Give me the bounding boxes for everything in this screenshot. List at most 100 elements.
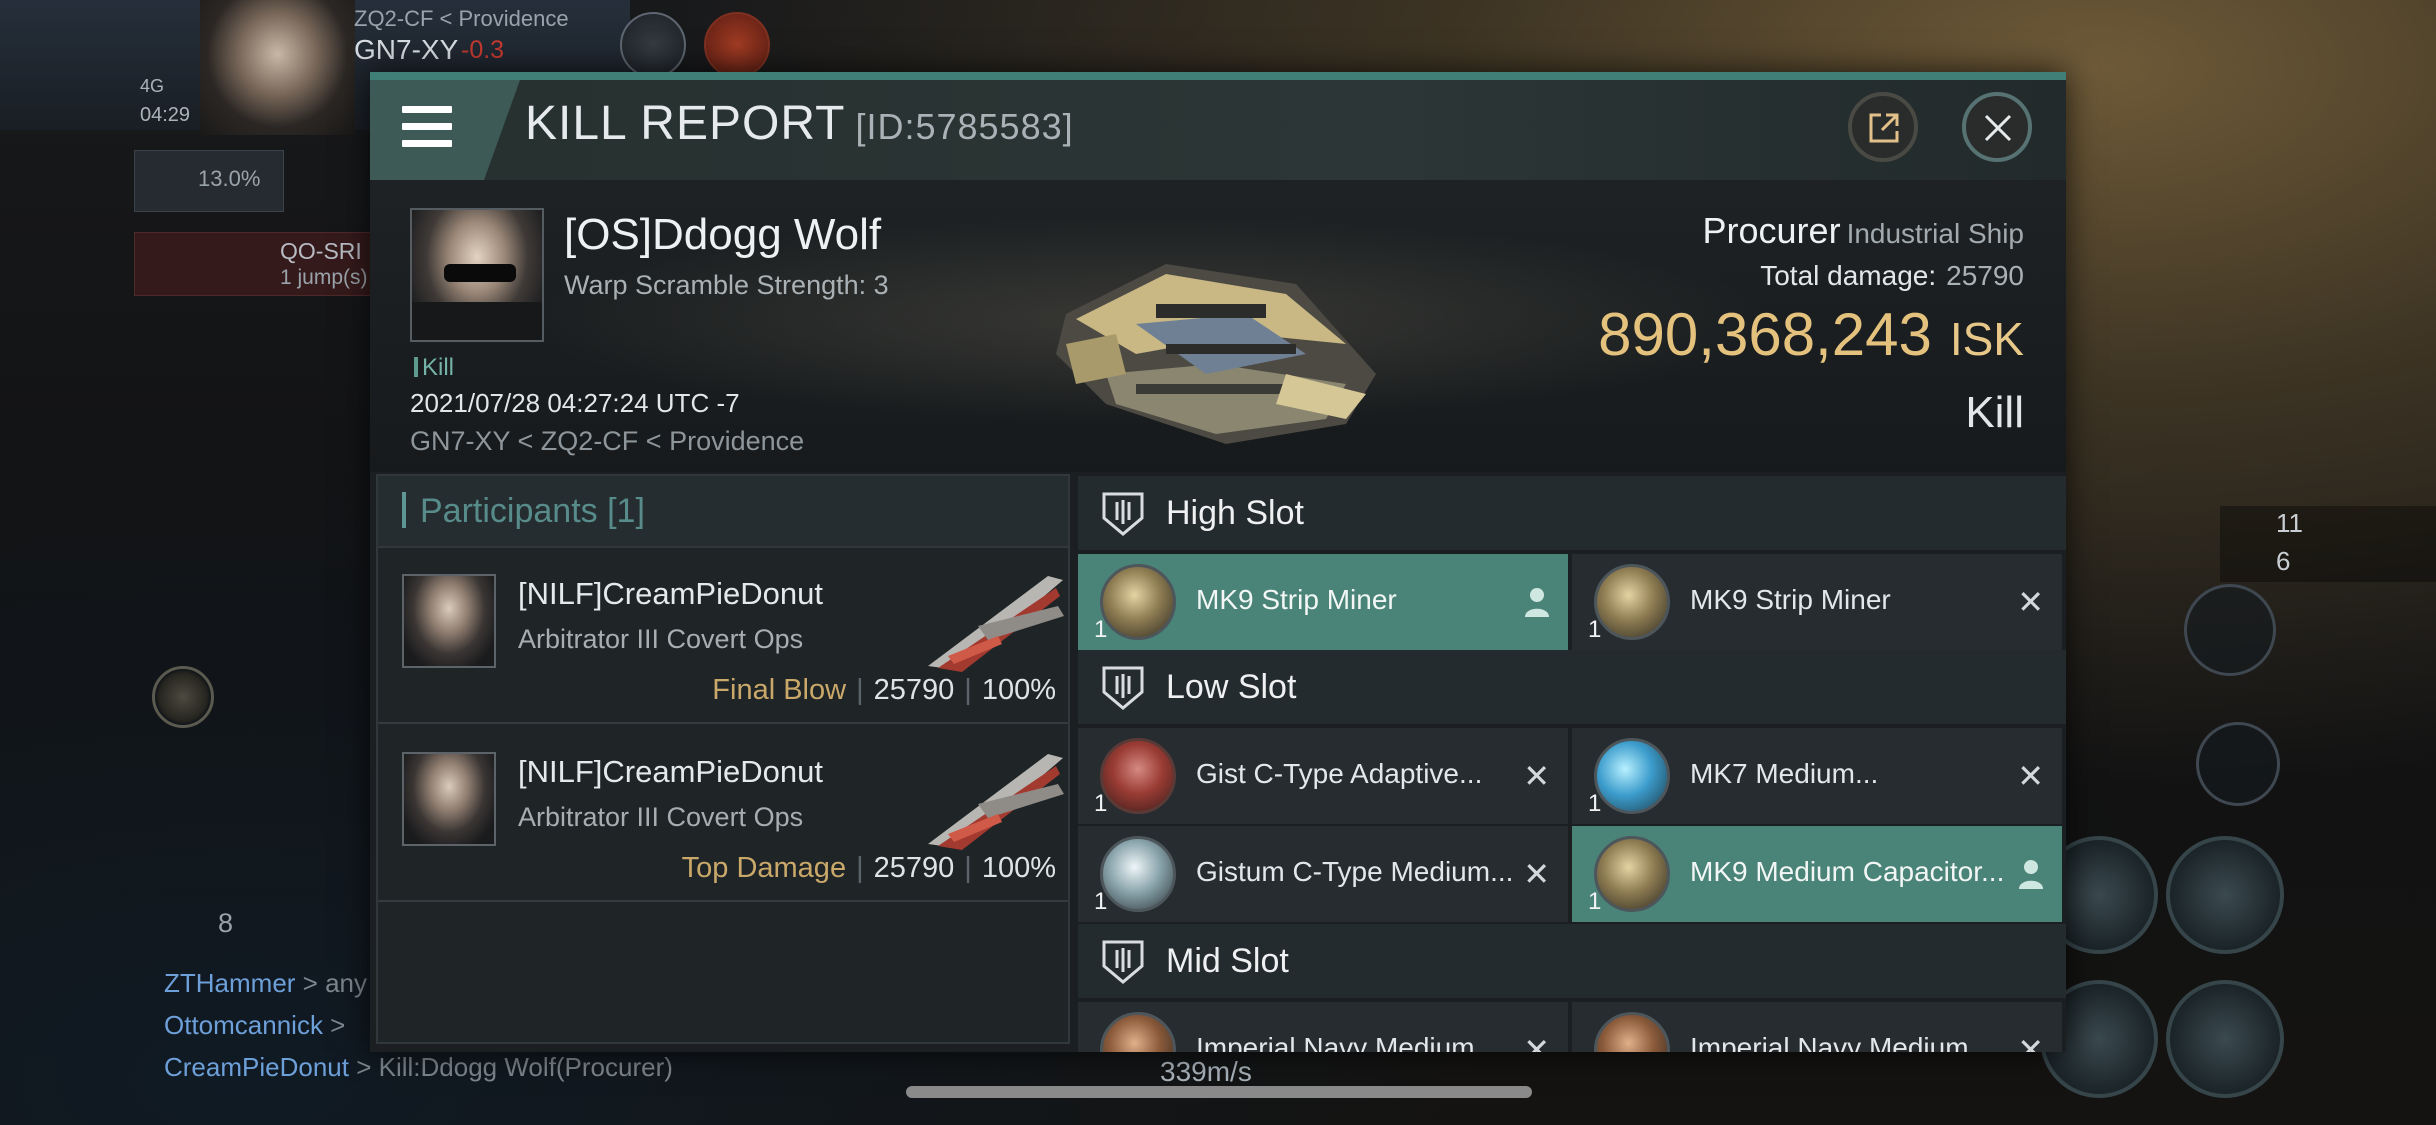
destroyed-x-icon: ✕ <box>1523 758 1550 794</box>
medium-module-icon <box>1594 738 1670 814</box>
module-item[interactable]: 1 Imperial Navy Medium... ✕ <box>1572 1002 2062 1052</box>
participant-avatar[interactable] <box>402 752 496 846</box>
module-item[interactable]: 1 MK7 Medium... ✕ <box>1572 728 2062 824</box>
isk-value: 890,368,243 ISK <box>1598 301 2024 368</box>
share-button[interactable] <box>1848 92 1918 162</box>
kill-tag: Kill <box>414 354 454 382</box>
victim-ship-image <box>1056 264 1376 444</box>
participant-ship: Arbitrator III Covert Ops <box>518 802 804 832</box>
destroyed-x-icon: ✕ <box>1523 856 1550 892</box>
module-item[interactable]: 1 Gist C-Type Adaptive... ✕ <box>1078 728 1568 824</box>
navy-module-icon <box>1594 1012 1670 1052</box>
alliance-badge-icon[interactable] <box>704 12 770 78</box>
ship-class: Industrial Ship <box>1846 218 2024 249</box>
participant-row[interactable]: [NILF]CreamPieDonut Arbitrator III Cover… <box>378 726 1068 902</box>
module-item[interactable]: 1 MK9 Strip Miner ✕ <box>1572 554 2062 650</box>
menu-icon <box>402 123 452 130</box>
participant-stats: Final Blow | 25790 | 100% <box>712 674 1056 706</box>
module-name: Imperial Navy Medium... <box>1690 1032 1992 1052</box>
victim-avatar[interactable] <box>410 208 544 342</box>
participant-name: [NILF]CreamPieDonut <box>518 754 823 789</box>
cargo-percent: 13.0% <box>198 166 261 191</box>
total-damage-value: 25790 <box>1946 260 2024 291</box>
eye-icon[interactable] <box>2184 584 2276 676</box>
module-name: Gist C-Type Adaptive... <box>1196 758 1483 789</box>
module-name: Gistum C-Type Medium... <box>1196 856 1514 887</box>
kill-datetime: 2021/07/28 04:27:24 UTC -7 <box>410 388 740 418</box>
total-damage: Total damage: 25790 <box>1760 260 2024 291</box>
result-label: Kill <box>1965 388 2024 437</box>
shield-module-icon <box>1100 836 1176 912</box>
participants-panel: Participants [1] [NILF]CreamPieDonut Arb… <box>376 474 1070 1044</box>
participant-ship: Arbitrator III Covert Ops <box>518 624 804 654</box>
isk-unit: ISK <box>1949 313 2024 365</box>
participant-damage: 25790 <box>873 674 955 706</box>
route-destination: QO-SRI <box>280 238 362 264</box>
close-button[interactable] <box>1962 92 2032 162</box>
module-qty: 1 <box>1094 888 1108 915</box>
module-qty: 1 <box>1094 790 1108 817</box>
module-name: MK7 Medium... <box>1690 758 1879 789</box>
participant-damage: 25790 <box>873 852 955 884</box>
chat-line[interactable]: ZTHammer > any <box>164 968 367 999</box>
hud-security-status: -0.3 <box>461 36 505 64</box>
ship-name: Procurer Industrial Ship <box>1702 210 2024 251</box>
module-qty: 1 <box>1588 790 1602 817</box>
swap-icon[interactable] <box>2196 722 2280 806</box>
navy-module-icon <box>1100 1012 1176 1052</box>
kill-report-window: KILL REPORT [ID:5785583] [OS]Ddogg Wolf W… <box>370 72 2066 1052</box>
module-name: MK9 Strip Miner <box>1196 584 1397 615</box>
dropped-person-icon <box>2019 860 2043 889</box>
module-item[interactable]: 1 MK9 Strip Miner <box>1078 554 1568 650</box>
hud-system-name[interactable]: GN7-XY <box>354 34 458 66</box>
target-icon[interactable] <box>152 666 214 728</box>
menu-icon <box>402 106 452 113</box>
slot-shield-icon <box>1102 666 1144 710</box>
destroyed-x-icon: ✕ <box>2017 584 2044 620</box>
module-slot[interactable] <box>2166 980 2284 1098</box>
module-name: Imperial Navy Medium... <box>1196 1032 1498 1052</box>
participant-avatar[interactable] <box>402 574 496 668</box>
participant-stats: Top Damage | 25790 | 100% <box>681 852 1056 884</box>
victim-name[interactable]: [OS]Ddogg Wolf <box>564 210 881 260</box>
module-slot[interactable] <box>2166 836 2284 954</box>
route-jumps: 1 jump(s) <box>280 266 368 289</box>
page-title: KILL REPORT [ID:5785583] <box>525 97 1074 150</box>
speed-readout: 339m/s <box>1160 1056 1252 1087</box>
module-name: MK9 Medium Capacitor... <box>1690 856 2005 887</box>
fitting-panel: High Slot 1 MK9 Strip Miner 1 MK9 Strip … <box>1078 476 2066 1052</box>
participant-role: Top Damage <box>681 852 847 884</box>
strip-miner-icon <box>1594 564 1670 640</box>
close-icon <box>1984 114 2012 142</box>
participant-percent: 100% <box>981 852 1056 884</box>
high-slot-header: High Slot <box>1078 476 2066 550</box>
module-item[interactable]: 1 Imperial Navy Medium... ✕ <box>1078 1002 1568 1052</box>
module-name: MK9 Strip Miner <box>1690 584 1891 615</box>
share-icon <box>1869 113 1899 143</box>
mid-slot-title: Mid Slot <box>1166 942 1289 980</box>
mid-slot-header: Mid Slot <box>1078 924 2066 998</box>
module-qty: 1 <box>1094 616 1108 643</box>
adaptive-hardener-icon <box>1100 738 1176 814</box>
chat-line[interactable]: Ottomcannick > <box>164 1010 345 1041</box>
corp-badge-icon[interactable] <box>620 12 686 78</box>
participant-row[interactable]: [NILF]CreamPieDonut Arbitrator III Cover… <box>378 548 1068 724</box>
low-slot-title: Low Slot <box>1166 668 1297 706</box>
home-indicator[interactable] <box>906 1086 1532 1098</box>
hud-system-sub: ZQ2-CF < Providence <box>354 6 569 31</box>
chat-line[interactable]: CreamPieDonut > Kill:Ddogg Wolf(Procurer… <box>164 1052 673 1083</box>
participants-title: Participants [1] <box>402 492 645 531</box>
participant-ship-image <box>928 754 1064 850</box>
destroyed-x-icon: ✕ <box>2017 1032 2044 1052</box>
participants-header: Participants [1] <box>378 476 1068 548</box>
module-item[interactable]: 1 Gistum C-Type Medium... ✕ <box>1078 826 1568 922</box>
warp-scramble-strength: Warp Scramble Strength: 3 <box>564 270 889 300</box>
slot-shield-icon <box>1102 492 1144 536</box>
module-item[interactable]: 1 MK9 Medium Capacitor... <box>1572 826 2062 922</box>
pilot-avatar[interactable] <box>200 0 355 135</box>
participant-role: Final Blow <box>712 674 847 706</box>
overview-counts[interactable]: 11 6 <box>2220 506 2436 582</box>
overview-count-1: 11 <box>2276 508 2303 538</box>
dropped-person-icon <box>1525 588 1549 617</box>
strip-miner-icon <box>1100 564 1176 640</box>
